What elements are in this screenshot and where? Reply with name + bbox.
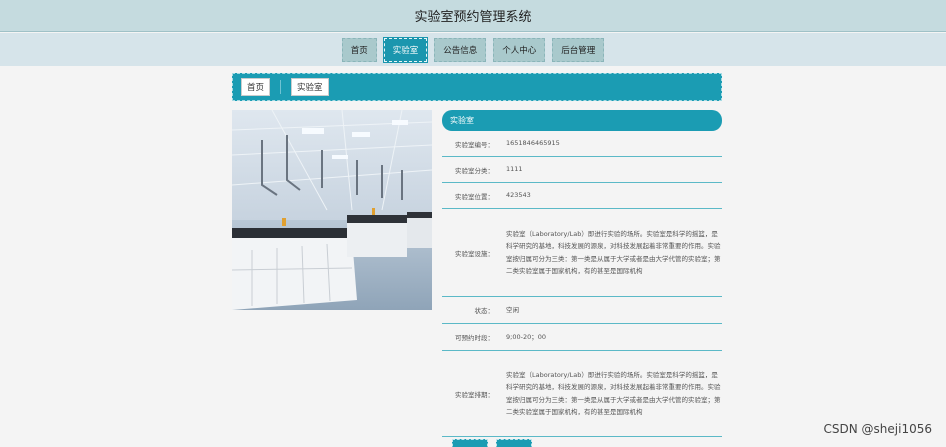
- detail-value: 实验室（Laboratory/Lab）即进行实验的场所。实验室是科学的摇篮，是科…: [506, 370, 721, 417]
- breadcrumb-home[interactable]: 首页: [241, 78, 271, 96]
- detail-label: 可预约时段：: [455, 334, 494, 342]
- breadcrumb: 首页 实验室: [232, 73, 722, 101]
- watermark: CSDN @sheji1056: [823, 422, 932, 436]
- detail-label: 实验室编号：: [455, 140, 494, 149]
- detail-label: 实验室排期：: [455, 390, 494, 399]
- detail-value: 1651846465915: [506, 139, 560, 148]
- app-title: 实验室预约管理系统: [414, 10, 532, 25]
- action-button-primary[interactable]: [452, 439, 488, 447]
- detail-label: 实验室位置：: [455, 192, 494, 201]
- detail-row-facilities: 实验室设施： 实验室（Laboratory/Lab）即进行实验的场所。实验室是科…: [442, 209, 722, 297]
- laboratory-photo: [232, 110, 432, 310]
- nav-item-announcements[interactable]: 公告信息: [434, 37, 487, 62]
- main-nav: 首页 实验室 公告信息 个人中心 后台管理: [0, 33, 946, 66]
- detail-row-category: 实验室分类： 1111: [442, 157, 722, 183]
- detail-actions: [452, 439, 532, 447]
- detail-value: 423543: [506, 191, 531, 200]
- detail-label: 实验室设施：: [455, 249, 494, 258]
- detail-value: 9;00-20；00: [506, 332, 546, 341]
- detail-row-bookable-time: 可预约时段： 9;00-20；00: [442, 324, 722, 351]
- laboratory-detail: 实验室 实验室编号： 1651846465915 实验室分类： 1111 实验室…: [442, 110, 722, 437]
- nav-item-profile[interactable]: 个人中心: [493, 37, 546, 62]
- nav-item-laboratory[interactable]: 实验室: [383, 37, 428, 62]
- nav-item-admin[interactable]: 后台管理: [552, 37, 605, 62]
- detail-value: 1111: [506, 165, 523, 174]
- detail-row-number: 实验室编号： 1651846465915: [442, 131, 722, 157]
- app-header: 实验室预约管理系统: [0, 0, 946, 32]
- nav-item-home[interactable]: 首页: [341, 37, 377, 62]
- detail-value: 空闲: [506, 305, 519, 314]
- action-button-secondary[interactable]: [496, 439, 532, 447]
- detail-row-location: 实验室位置： 423543: [442, 183, 722, 209]
- detail-label: 状态：: [474, 307, 495, 315]
- detail-value: 实验室（Laboratory/Lab）即进行实验的场所。实验室是科学的摇篮，是科…: [506, 229, 721, 276]
- detail-label: 实验室分类：: [455, 166, 494, 175]
- breadcrumb-divider: [280, 80, 282, 94]
- detail-row-status: 状态： 空闲: [442, 297, 722, 324]
- breadcrumb-current[interactable]: 实验室: [291, 78, 329, 96]
- detail-row-arrangement: 实验室排期： 实验室（Laboratory/Lab）即进行实验的场所。实验室是科…: [442, 351, 722, 437]
- detail-heading: 实验室: [442, 110, 722, 131]
